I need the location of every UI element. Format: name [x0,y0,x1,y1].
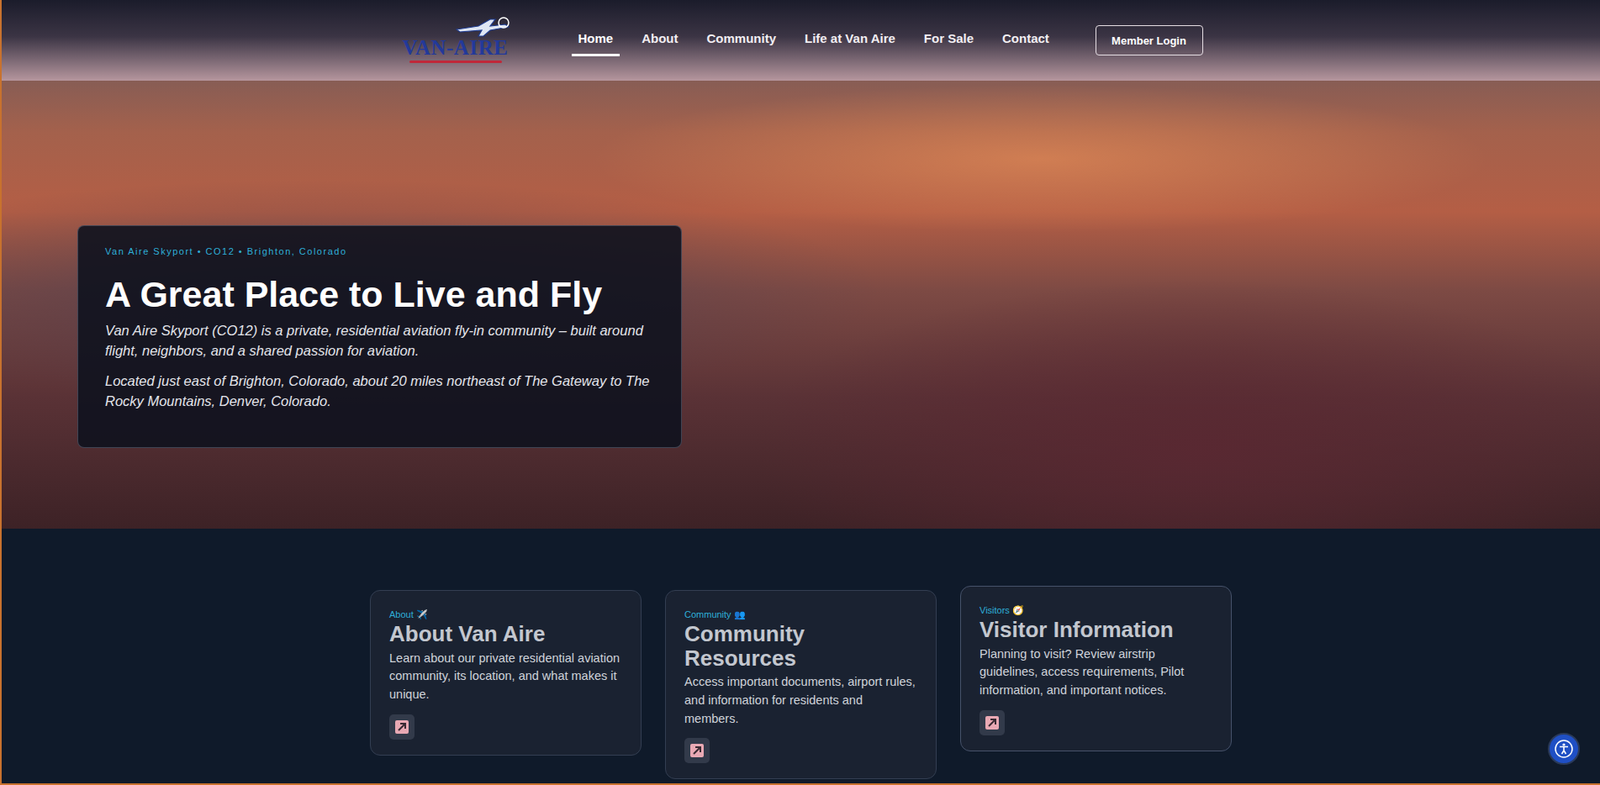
airplane-icon [453,15,513,38]
card-eyebrow: About ✈️ [389,609,623,621]
info-card[interactable]: About ✈️ About Van Aire Learn about our … [369,590,642,756]
card-title: Visitor Information [979,617,1213,643]
card-eyebrow: Community 👥 [684,609,918,621]
main-nav: Home About Community Life at Van Aire For Sa… [571,24,1057,57]
accessibility-icon [1553,739,1574,760]
arrow-up-right-icon [395,720,409,734]
nav-item[interactable]: Community [700,24,784,57]
open-link-button[interactable] [684,738,710,764]
page: VAN-AIRE Home About Community Life at Van A… [0,0,1600,785]
hero-title: A Great Place to Live and Fly [105,274,655,315]
hero-eyebrow: Van Aire Skyport • CO12 • Brighton, Colo… [105,246,655,257]
hero-paragraph: Located just east of Brighton, Colorado,… [105,371,655,412]
card-text: Planning to visit? Review airstrip guide… [979,645,1213,701]
hero: VAN-AIRE Home About Community Life at Van A… [1,0,1600,529]
arrow-up-right-icon [985,716,999,730]
logo-text: VAN-AIRE [402,36,509,59]
nav-item[interactable]: Contact [995,24,1057,57]
hero-card: Van Aire Skyport • CO12 • Brighton, Colo… [77,225,682,449]
card-text: Learn about our private residential avia… [389,649,623,705]
card-eyebrow: Visitors 🧭 [979,605,1213,617]
open-link-button[interactable] [979,710,1005,736]
info-card[interactable]: Community 👥 Community Resources Access i… [665,590,937,780]
nav-item[interactable]: Life at Van Aire [797,24,903,57]
nav-item[interactable]: For Sale [917,24,981,57]
hero-paragraph: Van Aire Skyport (CO12) is a private, re… [105,321,655,362]
card-title: About Van Aire [389,622,623,647]
nav-item[interactable]: About [634,24,685,57]
member-login-button[interactable]: Member Login [1095,25,1204,56]
open-link-button[interactable] [389,714,415,740]
info-card[interactable]: Visitors 🧭 Visitor Information Planning … [960,586,1232,752]
logo[interactable]: VAN-AIRE [399,10,513,70]
card-text: Access important documents, airport rule… [684,673,918,729]
accessibility-button[interactable] [1547,733,1580,766]
cards-section: About ✈️ About Van Aire Learn about our … [1,528,1600,780]
header: VAN-AIRE Home About Community Life at Van A… [1,0,1600,81]
nav-item[interactable]: Home [571,24,621,57]
logo-swoosh [409,60,502,64]
arrow-up-right-icon [690,744,704,758]
card-title: Community Resources [684,622,918,671]
